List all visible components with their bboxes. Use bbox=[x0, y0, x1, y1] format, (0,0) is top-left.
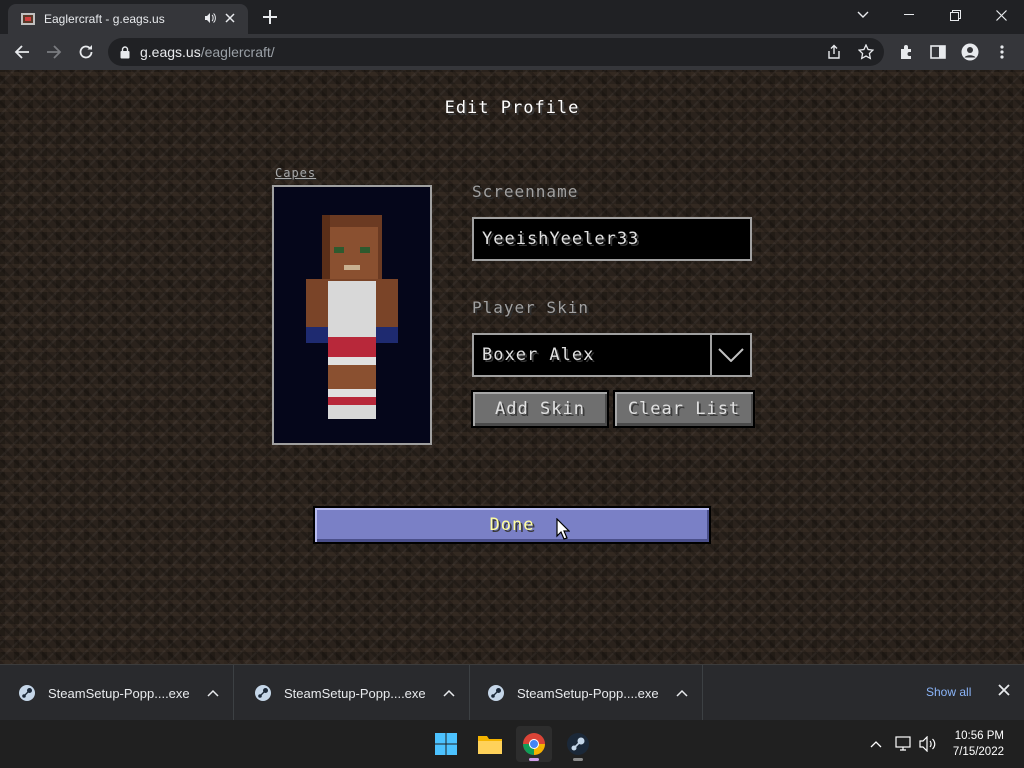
game-viewport[interactable]: Edit Profile Capes Screenname YeeishYeel… bbox=[0, 70, 1024, 664]
add-skin-button[interactable]: Add Skin bbox=[471, 390, 609, 428]
new-tab-button[interactable] bbox=[258, 4, 282, 30]
tab-search-chevron-icon[interactable] bbox=[840, 0, 886, 30]
capes-link[interactable]: Capes bbox=[275, 166, 316, 180]
url-host: g.eags.us bbox=[140, 44, 201, 60]
steam-icon bbox=[488, 685, 504, 701]
mouse-cursor-icon bbox=[556, 518, 570, 540]
browser-toolbar: g.eags.us/eaglercraft/ bbox=[0, 34, 1024, 70]
forward-button[interactable] bbox=[40, 38, 68, 66]
steam-app[interactable] bbox=[560, 726, 596, 762]
minimize-button[interactable] bbox=[886, 0, 932, 30]
bookmark-star-icon[interactable] bbox=[856, 42, 876, 62]
extensions-icon[interactable] bbox=[896, 42, 916, 62]
address-bar[interactable]: g.eags.us/eaglercraft/ bbox=[108, 38, 884, 66]
screenname-input[interactable]: YeeishYeeler33 bbox=[472, 217, 752, 261]
restore-button[interactable] bbox=[932, 0, 978, 30]
windows-taskbar: 10:56 PM 7/15/2022 bbox=[0, 720, 1024, 768]
network-icon[interactable] bbox=[894, 734, 914, 754]
tab-title: Eaglercraft - g.eags.us bbox=[44, 12, 165, 26]
screenname-label: Screenname bbox=[472, 182, 579, 201]
dropdown-arrow-icon[interactable] bbox=[710, 335, 750, 375]
player-skin-model bbox=[306, 215, 398, 419]
download-filename: SteamSetup-Popp....exe bbox=[517, 685, 659, 701]
tab-strip: Eaglercraft - g.eags.us bbox=[0, 0, 1024, 34]
chevron-up-icon[interactable] bbox=[676, 686, 688, 700]
reload-button[interactable] bbox=[72, 38, 100, 66]
close-window-button[interactable] bbox=[978, 0, 1024, 30]
steam-icon bbox=[19, 685, 35, 701]
skin-preview[interactable] bbox=[272, 185, 432, 445]
volume-icon[interactable] bbox=[918, 734, 938, 754]
system-clock[interactable]: 10:56 PM 7/15/2022 bbox=[936, 728, 1016, 760]
close-downloads-icon[interactable] bbox=[998, 683, 1010, 701]
lock-icon[interactable] bbox=[120, 45, 130, 59]
tab-eaglercraft[interactable]: Eaglercraft - g.eags.us bbox=[8, 4, 248, 34]
download-item[interactable]: SteamSetup-Popp....exe bbox=[469, 665, 703, 721]
profile-avatar-icon[interactable] bbox=[960, 42, 980, 62]
side-panel-icon[interactable] bbox=[928, 42, 948, 62]
chevron-up-icon[interactable] bbox=[207, 686, 219, 700]
kebab-menu-icon[interactable] bbox=[992, 42, 1012, 62]
selected-skin-value: Boxer Alex bbox=[482, 345, 595, 365]
back-button[interactable] bbox=[8, 38, 36, 66]
steam-icon bbox=[255, 685, 271, 701]
speaker-icon[interactable] bbox=[200, 12, 220, 27]
show-all-downloads-link[interactable]: Show all bbox=[926, 685, 971, 699]
player-skin-label: Player Skin bbox=[472, 298, 589, 317]
download-filename: SteamSetup-Popp....exe bbox=[284, 685, 426, 701]
download-item[interactable]: SteamSetup-Popp....exe bbox=[0, 665, 234, 721]
active-app-indicator bbox=[529, 758, 539, 761]
share-icon[interactable] bbox=[824, 42, 844, 62]
url-path: /eaglercraft/ bbox=[200, 44, 275, 60]
eaglercraft-favicon-icon bbox=[21, 13, 35, 25]
running-app-indicator bbox=[573, 758, 583, 761]
chrome-icon bbox=[523, 733, 545, 755]
url-text: g.eags.us/eaglercraft/ bbox=[140, 44, 275, 60]
player-skin-select[interactable]: Boxer Alex bbox=[472, 333, 752, 377]
tray-chevron-up-icon[interactable] bbox=[866, 734, 886, 754]
file-explorer-app[interactable] bbox=[472, 726, 508, 762]
done-button[interactable]: Done bbox=[313, 506, 711, 544]
windows-start-button[interactable] bbox=[428, 726, 464, 762]
download-filename: SteamSetup-Popp....exe bbox=[48, 685, 190, 701]
folder-icon bbox=[478, 736, 502, 754]
chrome-app[interactable] bbox=[516, 726, 552, 762]
downloads-bar: SteamSetup-Popp....exe SteamSetup-Popp..… bbox=[0, 664, 1024, 721]
chevron-up-icon[interactable] bbox=[443, 686, 455, 700]
clock-date: 7/15/2022 bbox=[952, 746, 1004, 758]
download-item[interactable]: SteamSetup-Popp....exe bbox=[236, 665, 470, 721]
clear-list-button[interactable]: Clear List bbox=[613, 390, 755, 428]
steam-icon bbox=[567, 733, 589, 755]
clock-time: 10:56 PM bbox=[954, 730, 1004, 742]
tab-close-icon[interactable] bbox=[220, 12, 240, 26]
windows-logo-icon bbox=[435, 733, 457, 755]
page-title: Edit Profile bbox=[444, 98, 580, 118]
